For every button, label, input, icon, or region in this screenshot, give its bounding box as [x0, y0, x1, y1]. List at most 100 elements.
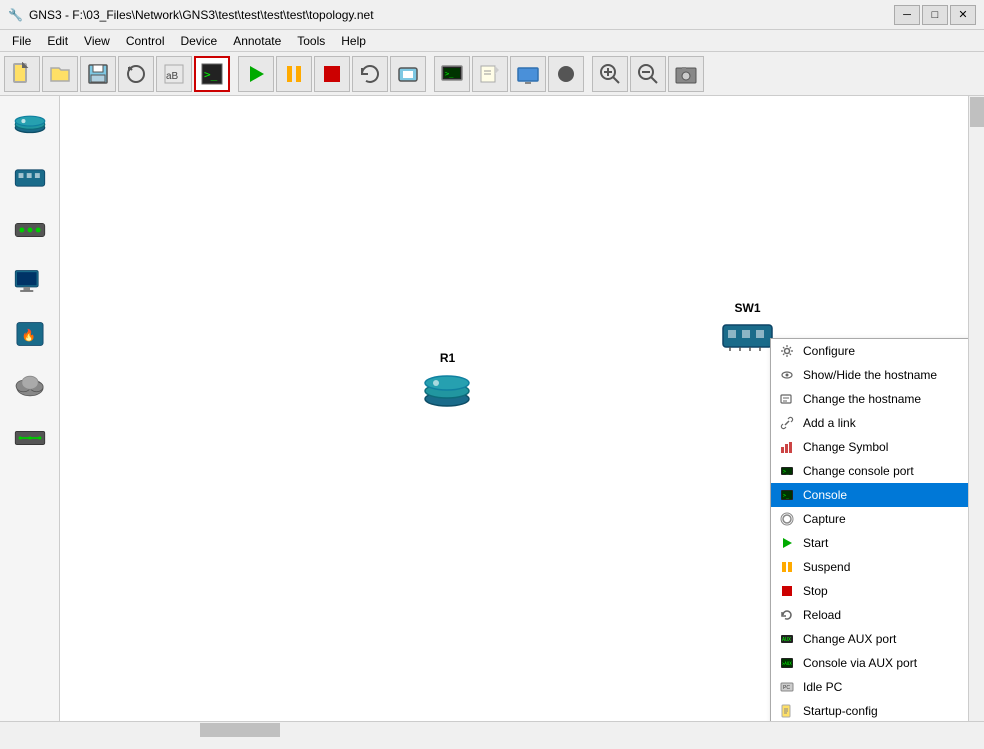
stop-icon	[779, 583, 795, 599]
svg-text:>AUX: >AUX	[782, 661, 792, 666]
canvas-area[interactable]: R1 SW1	[60, 96, 968, 721]
device-r1[interactable]: R1	[420, 351, 475, 407]
virtualbox-button[interactable]	[390, 56, 426, 92]
horizontal-scrollbar[interactable]	[0, 721, 984, 737]
ctx-change-aux-port-label: Change AUX port	[803, 632, 896, 646]
menu-control[interactable]: Control	[118, 32, 173, 50]
ctx-change-console-port[interactable]: >_ Change console port	[771, 459, 968, 483]
ctx-show-hide-hostname[interactable]: Show/Hide the hostname	[771, 363, 968, 387]
sidebar-item-cloud[interactable]	[8, 364, 52, 408]
ctx-stop[interactable]: Stop	[771, 579, 968, 603]
menu-edit[interactable]: Edit	[39, 32, 76, 50]
suspend-all-button[interactable]	[276, 56, 312, 92]
menu-device[interactable]: Device	[173, 32, 226, 50]
add-circle-button[interactable]	[548, 56, 584, 92]
title-bar-left: 🔧 GNS3 - F:\03_Files\Network\GNS3\test\t…	[8, 8, 374, 22]
v-scrollbar-thumb[interactable]	[970, 97, 984, 127]
svg-text:>_: >_	[204, 68, 218, 81]
svg-text:>_: >_	[783, 469, 790, 475]
device-r1-label: R1	[440, 351, 455, 365]
add-note-button[interactable]	[472, 56, 508, 92]
ctx-console[interactable]: >_ Console	[771, 483, 968, 507]
ctx-idle-pc-label: Idle PC	[803, 680, 842, 694]
ctx-change-aux-port[interactable]: AUX Change AUX port	[771, 627, 968, 651]
title-text: GNS3 - F:\03_Files\Network\GNS3\test\tes…	[29, 8, 374, 22]
device-sw1-label: SW1	[734, 301, 760, 315]
console-button[interactable]: >_	[194, 56, 230, 92]
start-icon	[779, 535, 795, 551]
device-sw1[interactable]: SW1	[720, 301, 775, 355]
ctx-startup-config-label: Startup-config	[803, 704, 878, 718]
stop-all-button[interactable]	[314, 56, 350, 92]
ctx-console-aux-label: Console via AUX port	[803, 656, 917, 670]
ctx-configure[interactable]: Configure	[771, 339, 968, 363]
h-scrollbar-thumb[interactable]	[200, 723, 280, 737]
ctx-suspend-label: Suspend	[803, 560, 850, 574]
title-bar-controls[interactable]: ─ □ ✕	[894, 5, 976, 25]
ctx-console-aux[interactable]: >AUX Console via AUX port	[771, 651, 968, 675]
idle-icon: PC	[779, 679, 795, 695]
ctx-add-link-label: Add a link	[803, 416, 856, 430]
sidebar-item-switch[interactable]	[8, 156, 52, 200]
console-monitor-button[interactable]: >_	[434, 56, 470, 92]
ctx-change-symbol[interactable]: Change Symbol	[771, 435, 968, 459]
maximize-button[interactable]: □	[922, 5, 948, 25]
title-bar: 🔧 GNS3 - F:\03_Files\Network\GNS3\test\t…	[0, 0, 984, 30]
menu-annotate[interactable]: Annotate	[225, 32, 289, 50]
screenshot-button[interactable]	[668, 56, 704, 92]
reload-button[interactable]	[352, 56, 388, 92]
menu-help[interactable]: Help	[333, 32, 374, 50]
svg-text:🔥: 🔥	[21, 328, 35, 342]
ctx-change-hostname[interactable]: Change the hostname	[771, 387, 968, 411]
svg-text:PC: PC	[783, 685, 790, 691]
minimize-button[interactable]: ─	[894, 5, 920, 25]
ctx-add-link[interactable]: Add a link	[771, 411, 968, 435]
save-button[interactable]	[80, 56, 116, 92]
svg-text:>_: >_	[783, 493, 790, 499]
ctx-change-hostname-label: Change the hostname	[803, 392, 921, 406]
reload-icon	[779, 607, 795, 623]
ctx-configure-label: Configure	[803, 344, 855, 358]
gear-icon	[779, 343, 795, 359]
aux-icon: AUX	[779, 631, 795, 647]
close-button[interactable]: ✕	[950, 5, 976, 25]
open-button[interactable]	[42, 56, 78, 92]
start-all-button[interactable]	[238, 56, 274, 92]
context-menu: Configure Show/Hide the hostname Change …	[770, 338, 968, 721]
ctx-reload[interactable]: Reload	[771, 603, 968, 627]
svg-text:>_: >_	[445, 70, 454, 78]
ctx-startup-config[interactable]: Startup-config	[771, 699, 968, 721]
ctx-stop-label: Stop	[803, 584, 828, 598]
console-icon: >_	[779, 487, 795, 503]
main-layout: 🔥 R1	[0, 96, 984, 721]
zoom-out-button[interactable]	[630, 56, 666, 92]
vertical-scrollbar[interactable]	[968, 96, 984, 721]
sidebar-item-firewall[interactable]: 🔥	[8, 312, 52, 356]
ctx-start-label: Start	[803, 536, 828, 550]
startup-icon	[779, 703, 795, 719]
menu-view[interactable]: View	[76, 32, 118, 50]
svg-text:AUX: AUX	[782, 637, 791, 643]
add-device-button[interactable]	[510, 56, 546, 92]
ctx-capture[interactable]: Capture	[771, 507, 968, 531]
abc-button[interactable]: aB	[156, 56, 192, 92]
suspend-icon	[779, 559, 795, 575]
link-icon	[779, 415, 795, 431]
ctx-suspend[interactable]: Suspend	[771, 555, 968, 579]
toolbar: aB >_	[0, 52, 984, 96]
ctx-console-label: Console	[803, 488, 847, 502]
zoom-in-button[interactable]	[592, 56, 628, 92]
app-icon: 🔧	[8, 8, 23, 22]
sidebar-item-computer[interactable]	[8, 260, 52, 304]
new-button[interactable]	[4, 56, 40, 92]
sidebar-item-router[interactable]	[8, 104, 52, 148]
ctx-idle-pc[interactable]: PC Idle PC	[771, 675, 968, 699]
sidebar-item-hub[interactable]	[8, 208, 52, 252]
chart-icon	[779, 439, 795, 455]
menu-tools[interactable]: Tools	[289, 32, 333, 50]
menu-file[interactable]: File	[4, 32, 39, 50]
sidebar-item-serial[interactable]	[8, 416, 52, 460]
ctx-start[interactable]: Start	[771, 531, 968, 555]
ctx-show-hide-label: Show/Hide the hostname	[803, 368, 937, 382]
refresh-button[interactable]	[118, 56, 154, 92]
